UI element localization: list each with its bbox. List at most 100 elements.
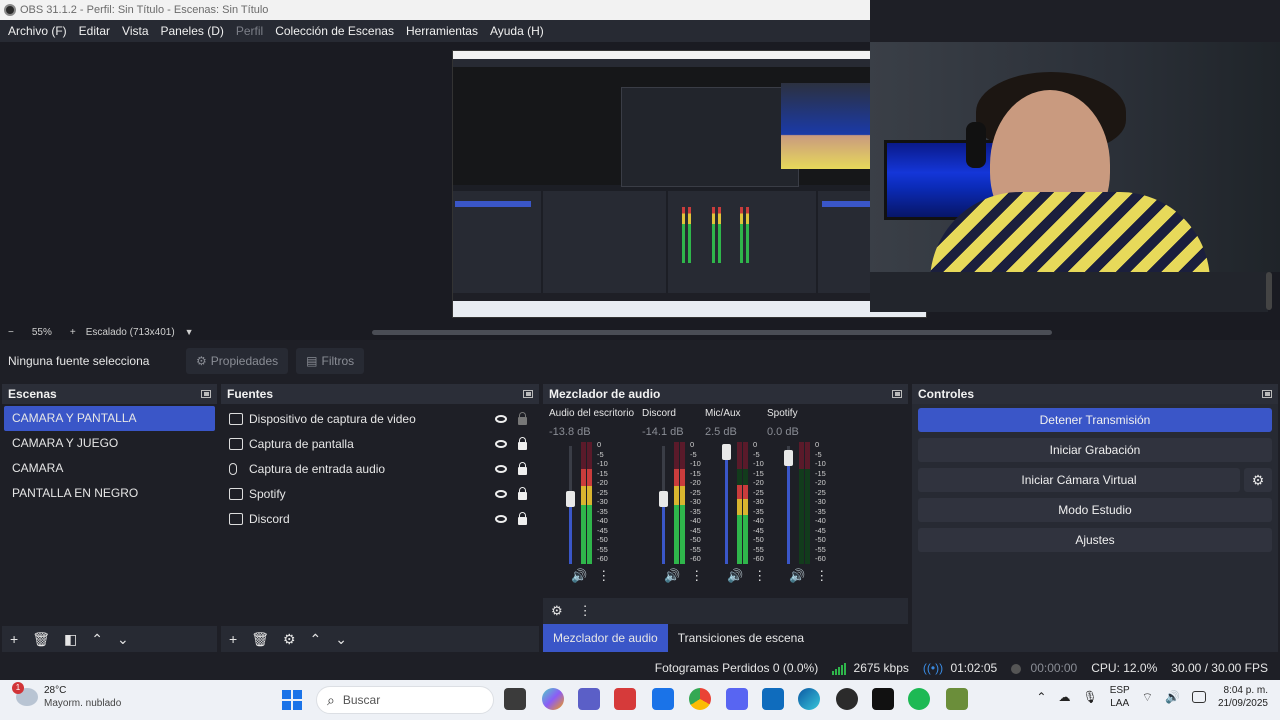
undock-icon[interactable]: [201, 390, 211, 398]
teams-app-icon[interactable]: [578, 688, 600, 710]
undock-icon[interactable]: [1262, 390, 1272, 398]
scene-item[interactable]: CAMARA: [4, 456, 215, 481]
source-toolbar: Ninguna fuente selecciona ⚙ Propiedades …: [0, 343, 1280, 379]
volume-slider[interactable]: [722, 443, 731, 564]
eye-icon[interactable]: [495, 464, 507, 473]
tab-scene-transitions[interactable]: Transiciones de escena: [668, 624, 814, 652]
trash-icon[interactable]: 🗑: [32, 631, 50, 648]
wifi-icon[interactable]: ⌔: [1142, 690, 1153, 705]
scenes-list: CAMARA Y PANTALLA CAMARA Y JUEGO CAMARA …: [2, 404, 217, 626]
menu-ayuda[interactable]: Ayuda (H): [484, 20, 550, 42]
volume-slider-knob[interactable]: [784, 449, 793, 466]
move-up-button[interactable]: ⌃: [310, 631, 322, 648]
chevron-down-icon[interactable]: ▼: [185, 327, 194, 337]
volume-slider-knob[interactable]: [659, 491, 668, 508]
chrome-app-icon[interactable]: [689, 688, 711, 710]
lock-icon[interactable]: [518, 437, 527, 450]
volume-slider[interactable]: [784, 446, 793, 564]
eye-icon[interactable]: [495, 439, 507, 448]
lock-icon[interactable]: [518, 487, 527, 500]
menu-vista[interactable]: Vista: [116, 20, 154, 42]
virtual-camera-button[interactable]: Iniciar Cámara Virtual: [918, 468, 1240, 492]
taskview-app-icon[interactable]: [504, 688, 526, 710]
add-scene-button[interactable]: +: [10, 631, 18, 647]
spotify-app-icon[interactable]: [908, 688, 930, 710]
source-item[interactable]: Captura de pantalla: [221, 431, 539, 456]
menu-editar[interactable]: Editar: [73, 20, 116, 42]
gear-icon[interactable]: ⚙: [1244, 468, 1272, 492]
speaker-icon[interactable]: 🔊: [727, 568, 743, 584]
lock-icon[interactable]: [518, 412, 527, 425]
undock-icon[interactable]: [892, 390, 902, 398]
volume-slider[interactable]: [659, 446, 668, 564]
copilot-app-icon[interactable]: [542, 688, 564, 710]
source-item[interactable]: Spotify: [221, 481, 539, 506]
source-item[interactable]: Discord: [221, 506, 539, 531]
volume-slider-knob[interactable]: [566, 491, 575, 508]
scale-mode[interactable]: Escalado (713x401): [86, 327, 175, 338]
store-app-icon[interactable]: [652, 688, 674, 710]
clock[interactable]: 8:04 p. m. 21/09/2025: [1218, 684, 1268, 710]
onedrive-icon[interactable]: ☁: [1058, 690, 1070, 704]
chevron-up-icon[interactable]: ⌃: [1036, 690, 1046, 704]
menu-herramientas[interactable]: Herramientas: [400, 20, 484, 42]
windows-start-icon[interactable]: [282, 690, 302, 710]
tab-audio-mixer[interactable]: Mezclador de audio: [543, 624, 668, 652]
battery-icon[interactable]: [1191, 691, 1206, 703]
mcafee-app-icon[interactable]: [614, 688, 636, 710]
speaker-icon[interactable]: 🔊: [571, 568, 587, 584]
trash-icon[interactable]: 🗑: [251, 631, 269, 648]
source-item[interactable]: Dispositivo de captura de video: [221, 406, 539, 431]
speaker-icon[interactable]: 🔊: [664, 568, 680, 584]
more-options-icon[interactable]: ⋮: [597, 568, 610, 584]
properties-button[interactable]: ⚙ Propiedades: [186, 348, 289, 374]
filters-button[interactable]: ▤ Filtros: [296, 348, 365, 374]
scene-item[interactable]: PANTALLA EN NEGRO: [4, 481, 215, 506]
source-item[interactable]: Captura de entrada audio: [221, 456, 539, 481]
more-options-icon[interactable]: ⋮: [579, 603, 592, 619]
scene-item[interactable]: CAMARA Y JUEGO: [4, 431, 215, 456]
edge-app-icon[interactable]: [798, 688, 820, 710]
gear-icon[interactable]: ⚙: [283, 631, 296, 648]
add-source-button[interactable]: +: [229, 631, 237, 647]
scene-item[interactable]: CAMARA Y PANTALLA: [4, 406, 215, 431]
more-options-icon[interactable]: ⋮: [815, 568, 828, 584]
taskbar-search[interactable]: ⌕ Buscar: [316, 686, 494, 714]
menu-paneles[interactable]: Paneles (D): [155, 20, 230, 42]
weather-widget[interactable]: 1 28°C Mayorm. nublado: [12, 682, 121, 710]
volume-icon[interactable]: 🔊: [1165, 690, 1180, 704]
advanced-audio-gear-icon[interactable]: ⚙: [551, 603, 563, 619]
discord-app-icon[interactable]: [726, 688, 748, 710]
eye-icon[interactable]: [495, 414, 507, 423]
zoom-out-button[interactable]: −: [8, 327, 14, 338]
language-indicator[interactable]: ESP LAA: [1110, 684, 1130, 710]
outlook-app-icon[interactable]: [762, 688, 784, 710]
move-up-button[interactable]: ⌃: [91, 631, 103, 648]
preview-canvas[interactable]: [0, 42, 1280, 324]
menu-coleccion-escenas[interactable]: Colección de Escenas: [269, 20, 400, 42]
settings-button[interactable]: Ajustes: [918, 528, 1272, 552]
sources-dock: Fuentes Dispositivo de captura de video …: [221, 384, 539, 652]
studio-mode-button[interactable]: Modo Estudio: [918, 498, 1272, 522]
move-down-button[interactable]: ⌄: [335, 631, 347, 648]
microphone-icon[interactable]: 🎙: [1082, 690, 1097, 704]
move-down-button[interactable]: ⌄: [117, 631, 129, 648]
volume-slider-knob[interactable]: [722, 443, 731, 460]
scene-filters-button[interactable]: ◧: [64, 631, 77, 648]
capcut-app-icon[interactable]: [872, 688, 894, 710]
minecraft-app-icon[interactable]: [946, 688, 968, 710]
lock-icon[interactable]: [518, 512, 527, 525]
eye-icon[interactable]: [495, 489, 507, 498]
speaker-icon[interactable]: 🔊: [789, 568, 805, 584]
preview-horizontal-scrollbar[interactable]: [372, 330, 1052, 335]
volume-slider[interactable]: [566, 446, 575, 564]
obs-app-icon[interactable]: [836, 688, 858, 710]
zoom-in-button[interactable]: +: [70, 327, 76, 338]
lock-icon[interactable]: [518, 462, 527, 475]
menu-archivo[interactable]: Archivo (F): [2, 20, 73, 42]
undock-icon[interactable]: [523, 390, 533, 398]
eye-icon[interactable]: [495, 514, 507, 523]
stop-stream-button[interactable]: Detener Transmisión: [918, 408, 1272, 432]
start-recording-button[interactable]: Iniciar Grabación: [918, 438, 1272, 462]
preview-vertical-scrollbar[interactable]: [1266, 272, 1272, 310]
